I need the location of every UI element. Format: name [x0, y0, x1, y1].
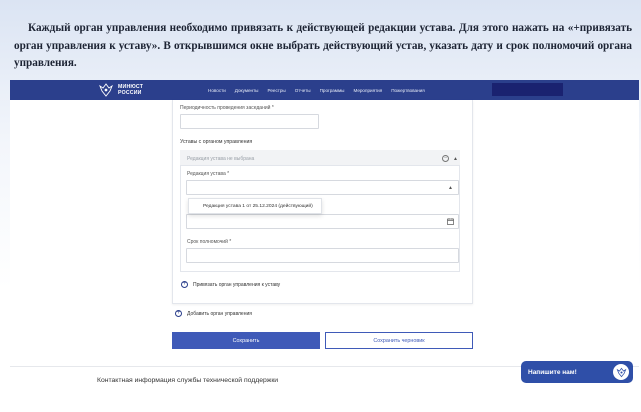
charters-section-title: Уставы с органом управления — [180, 139, 253, 145]
term-label: Срок полномочий * — [187, 239, 232, 245]
minus-circle-icon[interactable]: − — [442, 155, 449, 162]
nav-documents[interactable]: Документы — [235, 88, 259, 93]
date-input[interactable] — [186, 214, 459, 229]
meeting-frequency-input[interactable] — [180, 114, 319, 129]
add-governing-body-action[interactable]: + Добавить орган управления — [175, 310, 252, 317]
main-nav: Новости Документы Реестры Отчеты Програм… — [208, 80, 434, 100]
nav-events[interactable]: Мероприятия — [353, 88, 382, 93]
nav-programs[interactable]: Программы — [320, 88, 345, 93]
term-input[interactable] — [186, 248, 459, 263]
calendar-icon[interactable] — [447, 218, 454, 225]
nav-donations[interactable]: Пожертвования — [391, 88, 424, 93]
plus-circle-icon: + — [181, 281, 188, 288]
nav-reports[interactable]: Отчеты — [295, 88, 311, 93]
add-governing-body-text: Добавить орган управления — [187, 310, 252, 317]
eagle-logo-icon — [99, 83, 113, 97]
link-charter-action[interactable]: + Привязать орган управления к уставу — [181, 281, 280, 288]
chat-button[interactable]: Напишите нам! — [521, 361, 633, 383]
charter-edition-label: Редакция устава * — [187, 171, 230, 177]
chat-avatar-icon — [613, 364, 629, 380]
user-account-block[interactable] — [492, 83, 563, 96]
save-button[interactable]: Сохранить — [172, 332, 320, 349]
site-logo[interactable]: МИНЮСТ РОССИИ — [98, 82, 143, 98]
charter-edition-select[interactable] — [186, 180, 459, 195]
nav-registries[interactable]: Реестры — [267, 88, 285, 93]
support-contact-link[interactable]: Контактная информация службы технической… — [97, 377, 278, 384]
select-caret-up-icon[interactable]: ▲ — [448, 185, 453, 191]
logo-line-2: РОССИИ — [118, 90, 142, 96]
instruction-text: Каждый орган управления необходимо привя… — [14, 22, 632, 69]
chat-button-label: Напишите нам! — [528, 368, 577, 376]
meeting-frequency-label: Периодичность проведения заседаний * — [180, 105, 274, 111]
charter-option-1[interactable]: Редакция устава 1 от 25.12.2024 (действу… — [203, 204, 313, 209]
charter-panel-placeholder: Редакция устава не выбрана — [187, 156, 255, 162]
link-charter-text: Привязать орган управления к уставу — [193, 281, 281, 288]
caret-up-icon[interactable]: ▲ — [453, 156, 458, 162]
charter-options-dropdown: Редакция устава 1 от 25.12.2024 (действу… — [188, 198, 322, 214]
nav-news[interactable]: Новости — [208, 88, 226, 93]
top-navbar: МИНЮСТ РОССИИ Новости Документы Реестры … — [10, 80, 639, 100]
logo-text: МИНЮСТ РОССИИ — [118, 84, 143, 96]
plus-circle-icon: + — [175, 310, 182, 317]
save-draft-button[interactable]: Сохранить черновик — [325, 332, 473, 349]
